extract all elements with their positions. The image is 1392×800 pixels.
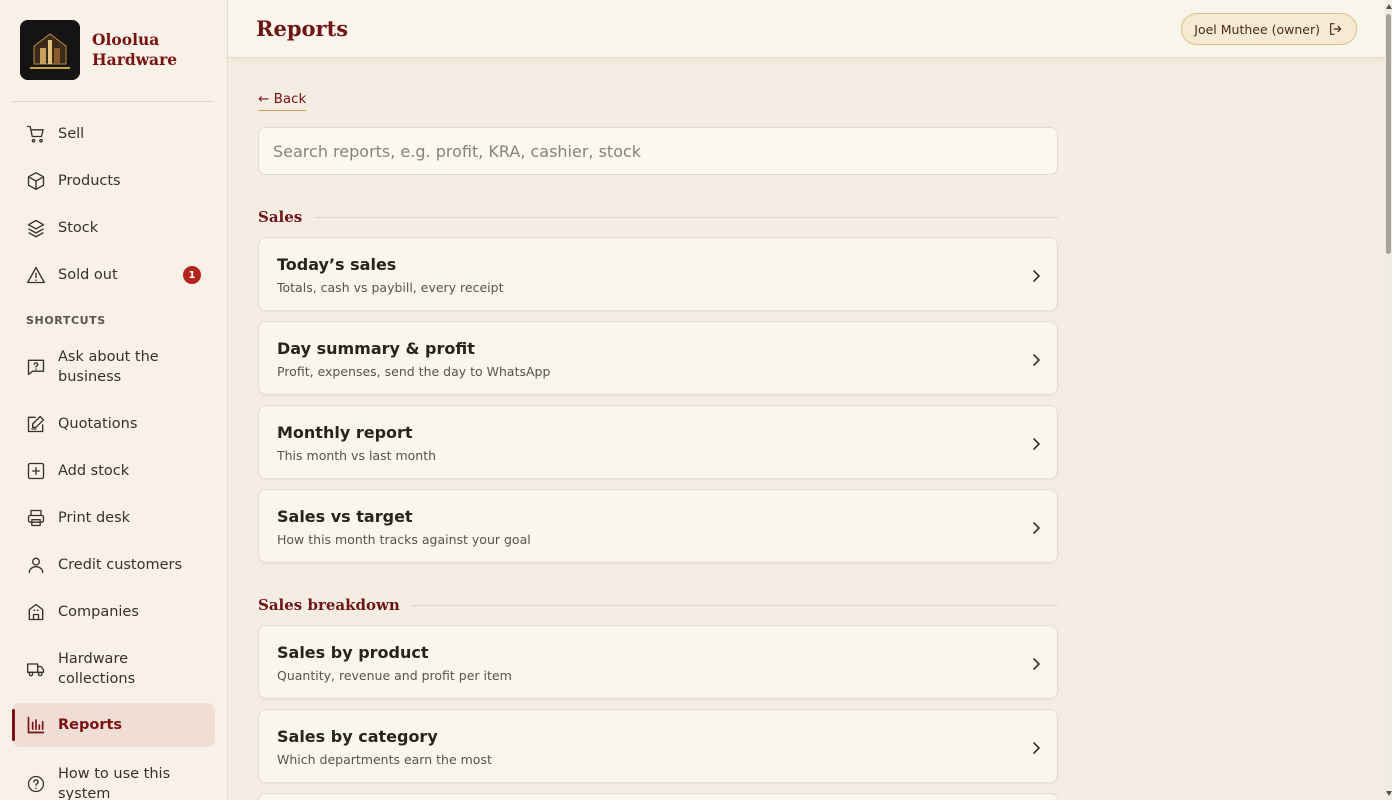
sidebar-item-ask-business[interactable]: Ask about the business [12,345,215,389]
card-title: Today’s sales [277,255,397,274]
card-title: Day summary & profit [277,339,475,358]
sidebar: Oloolua Hardware Sell Products Stock Sol… [0,0,228,800]
chevron-right-icon [1031,268,1041,287]
box-icon [26,171,46,191]
sidebar-item-label: How to use this system [58,766,171,800]
bar-chart-icon [26,715,46,735]
sidebar-item-how-to-use[interactable]: How to use this system [12,762,215,800]
sidebar-item-label: Products [58,173,121,189]
sidebar-item-label: Quotations [58,416,138,432]
user-name: Joel Muthee (owner) [1194,21,1320,37]
sidebar-item-label: Ask about the business [58,349,159,385]
sidebar-item-sell[interactable]: Sell [12,117,215,151]
chat-question-icon [26,357,46,377]
cart-icon [26,124,46,144]
section-rule [411,604,1058,606]
sidebar-item-companies[interactable]: Companies [12,595,215,629]
truck-icon [26,659,46,679]
sidebar-item-credit-customers[interactable]: Credit customers [12,548,215,582]
scrollbar-thumb[interactable] [1386,14,1391,254]
chevron-right-icon [1031,436,1041,455]
sidebar-item-hardware-collections[interactable]: Hardware collections [12,647,215,691]
user-icon [26,555,46,575]
card-subtitle: Totals, cash vs paybill, every receipt [277,280,504,295]
report-card-next[interactable] [258,793,1058,800]
report-card-sales-vs-target[interactable]: Sales vs target How this month tracks ag… [258,489,1058,563]
chevron-right-icon [1031,352,1041,371]
shortcuts-heading: SHORTCUTS [26,314,106,327]
report-search-input[interactable] [258,127,1058,175]
sidebar-item-products[interactable]: Products [12,164,215,198]
card-subtitle: This month vs last month [277,448,437,463]
section-sales-breakdown: Sales breakdown [258,596,1058,614]
card-title: Sales vs target [277,507,413,526]
brand-name-line1: Oloolua [92,30,160,49]
card-title: Monthly report [277,423,413,442]
warning-icon [26,265,46,285]
card-title: Sales by category [277,727,438,746]
section-rule [314,216,1058,218]
printer-icon [26,508,46,528]
sidebar-item-label: Stock [58,220,99,236]
page-title: Reports [256,16,349,41]
sidebar-divider [12,101,214,102]
sidebar-item-label: Credit customers [58,557,183,573]
card-title: Sales by product [277,643,429,662]
plus-square-icon [26,461,46,481]
sidebar-item-label: Sold out [58,267,118,283]
chevron-right-icon [1031,740,1041,759]
card-subtitle: Quantity, revenue and profit per item [277,668,512,683]
report-card-monthly-report[interactable]: Monthly report This month vs last month [258,405,1058,479]
card-subtitle: Which departments earn the most [277,752,492,767]
chevron-right-icon [1031,520,1041,539]
sidebar-item-quotations[interactable]: Quotations [12,407,215,441]
sidebar-item-label: Hardware collections [58,651,136,687]
sidebar-item-label: Reports [58,717,123,733]
sidebar-item-stock[interactable]: Stock [12,211,215,245]
scroll-down-arrow-icon[interactable] [1386,791,1392,796]
sidebar-item-reports[interactable]: Reports [12,703,215,747]
logout-icon [1328,21,1344,37]
card-subtitle: Profit, expenses, send the day to WhatsA… [277,364,551,379]
sidebar-item-add-stock[interactable]: Add stock [12,454,215,488]
sidebar-item-label: Print desk [58,510,131,526]
scroll-up-arrow-icon[interactable] [1386,4,1392,9]
report-card-sales-by-product[interactable]: Sales by product Quantity, revenue and p… [258,625,1058,699]
layers-icon [26,218,46,238]
page-scrollbar[interactable] [1385,0,1392,800]
sidebar-item-label: Sell [58,126,85,142]
sidebar-item-label: Add stock [58,463,130,479]
brand-name: Oloolua Hardware [92,30,202,70]
chevron-right-icon [1031,656,1041,675]
edit-document-icon [26,414,46,434]
section-sales: Sales [258,208,1058,226]
report-card-todays-sales[interactable]: Today’s sales Totals, cash vs paybill, e… [258,237,1058,311]
sidebar-item-label: Companies [58,604,139,620]
building-icon [26,602,46,622]
report-card-sales-by-category[interactable]: Sales by category Which departments earn… [258,709,1058,783]
brand-name-line2: Hardware [92,50,178,69]
section-title: Sales [258,208,303,226]
back-link[interactable]: ← Back [258,91,307,111]
section-title: Sales breakdown [258,596,400,614]
brand-logo [20,20,80,80]
top-bar: Reports Joel Muthee (owner) [228,0,1385,58]
brand[interactable]: Oloolua Hardware [20,20,202,80]
card-subtitle: How this month tracks against your goal [277,532,531,547]
help-circle-icon [26,774,46,794]
sold-out-count-badge: 1 [183,266,201,284]
user-logout-button[interactable]: Joel Muthee (owner) [1181,13,1357,45]
sidebar-item-print-desk[interactable]: Print desk [12,501,215,535]
report-card-day-summary[interactable]: Day summary & profit Profit, expenses, s… [258,321,1058,395]
sidebar-item-sold-out[interactable]: Sold out 1 [12,258,215,292]
